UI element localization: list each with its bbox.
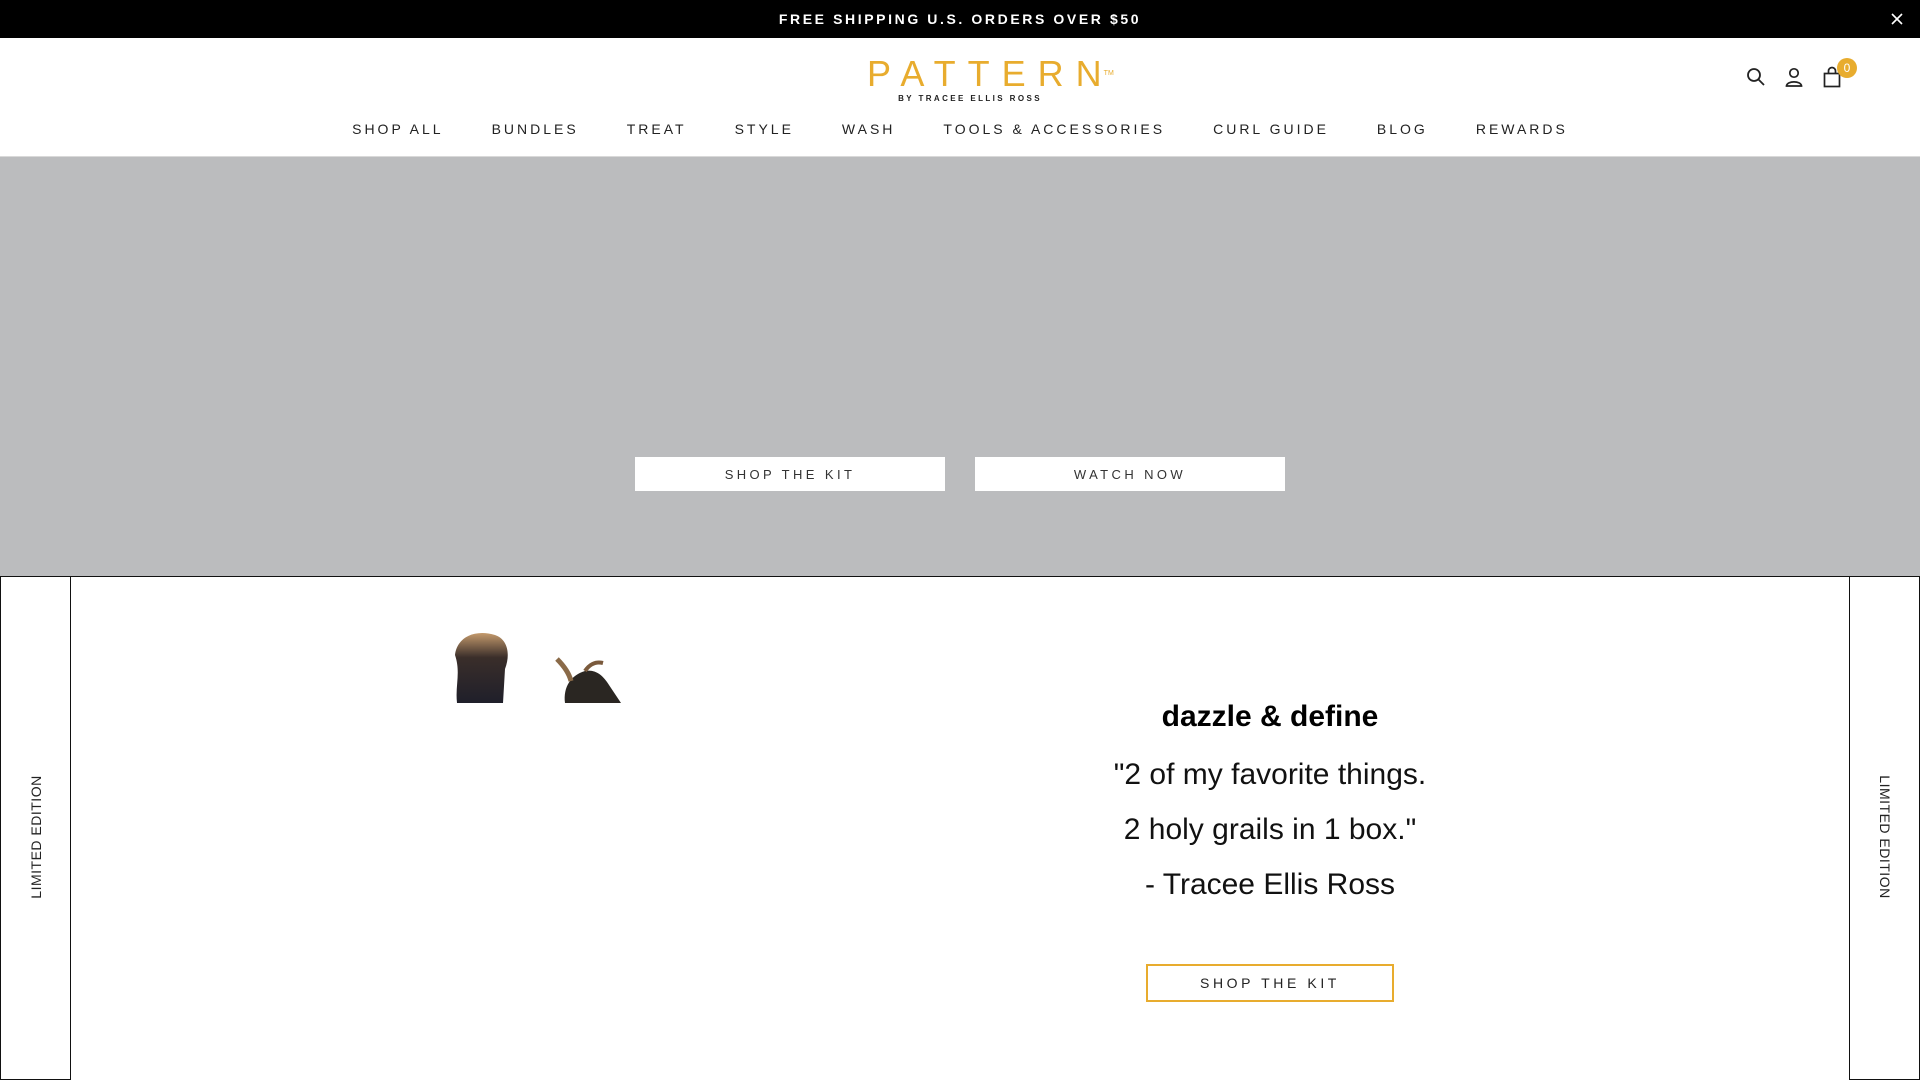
promo-copy: dazzle & define "2 of my favorite things… bbox=[1050, 697, 1490, 1002]
nav-item-bundles[interactable]: BUNDLES bbox=[468, 119, 603, 139]
promo-shop-the-kit-button[interactable]: SHOP THE KIT bbox=[1146, 964, 1394, 1002]
account-icon[interactable] bbox=[1783, 66, 1805, 88]
nav-item-treat[interactable]: TREAT bbox=[603, 119, 711, 139]
nav-item-rewards[interactable]: REWARDS bbox=[1452, 119, 1592, 139]
hero-watch-now-button[interactable]: WATCH NOW bbox=[975, 457, 1285, 491]
header-utilities: 0 bbox=[1745, 58, 1857, 92]
cart-icon[interactable]: 0 bbox=[1821, 58, 1857, 88]
hero-banner: SHOP THE KIT WATCH NOW bbox=[0, 157, 1920, 577]
nav-item-shop-all[interactable]: SHOP ALL bbox=[328, 119, 467, 139]
nav-item-wash[interactable]: WASH bbox=[818, 119, 919, 139]
cart-count-badge: 0 bbox=[1837, 58, 1857, 78]
nav-item-curl-guide[interactable]: CURL GUIDE bbox=[1189, 119, 1353, 139]
announcement-bar: FREE SHIPPING U.S. ORDERS OVER $50 bbox=[0, 0, 1920, 38]
nav-item-tools-accessories[interactable]: TOOLS & ACCESSORIES bbox=[919, 119, 1189, 139]
nav-item-blog[interactable]: BLOG bbox=[1353, 119, 1452, 139]
side-label-left-text: LIMITED EDITION bbox=[28, 775, 44, 899]
search-icon[interactable] bbox=[1745, 66, 1767, 88]
promo-quote-line-1: "2 of my favorite things. bbox=[1113, 758, 1427, 791]
brand-logo[interactable]: PATTERNTM BY TRACEE ELLIS ROSS bbox=[855, 56, 1114, 104]
main-nav: SHOP ALL BUNDLES TREAT STYLE WASH TOOLS … bbox=[0, 119, 1920, 139]
brand-tm: TM bbox=[1103, 70, 1114, 77]
side-label-right-text: LIMITED EDITION bbox=[1877, 775, 1893, 899]
product-image bbox=[445, 625, 645, 705]
side-label-left: LIMITED EDITION bbox=[0, 577, 71, 1080]
nav-item-style[interactable]: STYLE bbox=[711, 119, 818, 139]
promo-heading: dazzle & define bbox=[1161, 700, 1379, 733]
site-header: PATTERNTM BY TRACEE ELLIS ROSS 0 SHOP AL… bbox=[0, 38, 1920, 157]
hero-shop-the-kit-button[interactable]: SHOP THE KIT bbox=[635, 457, 945, 491]
brand-tagline: BY TRACEE ELLIS ROSS bbox=[898, 94, 1042, 103]
promo-quote-line-2: 2 holy grails in 1 box." bbox=[1123, 813, 1417, 846]
close-icon[interactable] bbox=[1888, 10, 1906, 28]
side-label-right: LIMITED EDITION bbox=[1849, 577, 1920, 1080]
promo-attribution: - Tracee Ellis Ross bbox=[1144, 868, 1396, 901]
brand-name: PATTERN bbox=[867, 53, 1114, 94]
limited-edition-promo: LIMITED EDITION dazzle & define "2 of my… bbox=[0, 577, 1920, 1080]
announcement-text: FREE SHIPPING U.S. ORDERS OVER $50 bbox=[778, 11, 1142, 27]
